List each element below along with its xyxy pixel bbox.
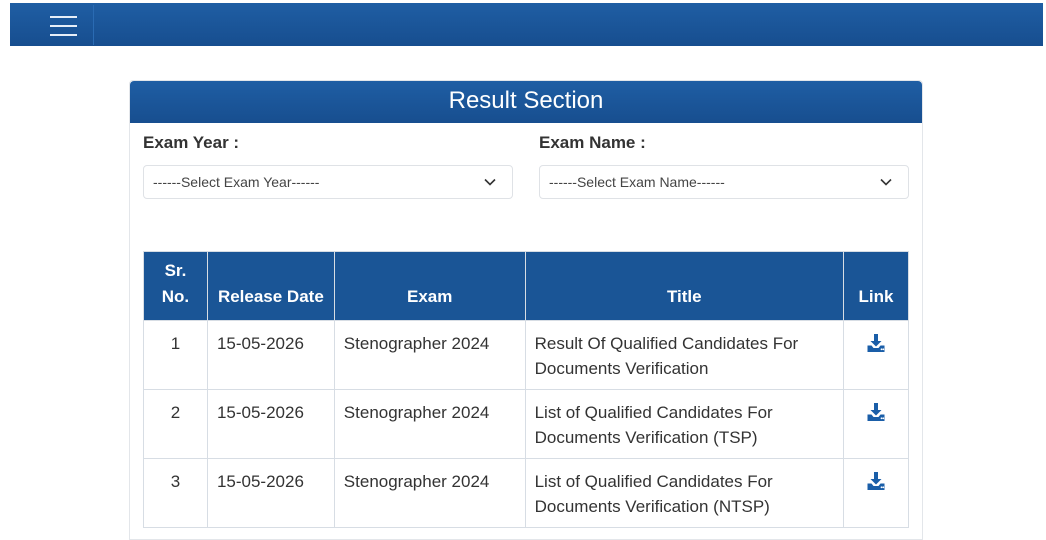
exam-year-select[interactable]: ------Select Exam Year------ (143, 165, 513, 199)
download-icon[interactable] (866, 471, 886, 491)
table-header-row: Sr. No. Release Date Exam Title Link (143, 251, 909, 321)
table-row: 2 15-05-2026 Stenographer 2024 List of Q… (143, 389, 909, 459)
download-icon[interactable] (866, 402, 886, 422)
header-sr-no: Sr. No. (143, 251, 208, 321)
results-table: Sr. No. Release Date Exam Title Link 1 1… (143, 251, 909, 528)
table-row: 3 15-05-2026 Stenographer 2024 List of Q… (143, 458, 909, 528)
hamburger-menu-icon[interactable] (34, 5, 94, 45)
table-row: 1 15-05-2026 Stenographer 2024 Result Of… (143, 320, 909, 390)
row-title: Result Of Qualified Candidates For Docum… (524, 320, 845, 390)
header-sr-line2: No. (161, 287, 190, 306)
card-title: Result Section (130, 81, 922, 123)
header-sr-line1: Sr. (164, 261, 187, 280)
header-exam: Exam (333, 251, 526, 321)
top-navbar (10, 3, 1043, 46)
exam-year-label: Exam Year : (143, 133, 240, 152)
exam-name-label: Exam Name : (539, 133, 646, 152)
row-exam: Stenographer 2024 (333, 458, 526, 528)
row-link (843, 320, 909, 390)
row-link (843, 458, 909, 528)
row-release-date: 15-05-2026 (206, 389, 335, 459)
result-section-card: Result Section Exam Year : Exam Name : -… (129, 80, 923, 540)
row-title: List of Qualified Candidates For Documen… (524, 458, 845, 528)
chevron-down-icon (880, 178, 892, 186)
row-release-date: 15-05-2026 (206, 320, 335, 390)
header-title: Title (524, 251, 845, 321)
download-icon[interactable] (866, 333, 886, 353)
row-exam: Stenographer 2024 (333, 320, 526, 390)
row-release-date: 15-05-2026 (206, 458, 335, 528)
row-sr: 3 (143, 458, 208, 528)
row-exam: Stenographer 2024 (333, 389, 526, 459)
row-link (843, 389, 909, 459)
exam-year-selected-value: ------Select Exam Year------ (153, 174, 320, 190)
exam-name-select[interactable]: ------Select Exam Name------ (539, 165, 909, 199)
header-release-date: Release Date (206, 251, 335, 321)
row-title: List of Qualified Candidates For Documen… (524, 389, 845, 459)
exam-name-selected-value: ------Select Exam Name------ (549, 174, 725, 190)
chevron-down-icon (484, 178, 496, 186)
row-sr: 2 (143, 389, 208, 459)
header-link: Link (843, 251, 909, 321)
row-sr: 1 (143, 320, 208, 390)
